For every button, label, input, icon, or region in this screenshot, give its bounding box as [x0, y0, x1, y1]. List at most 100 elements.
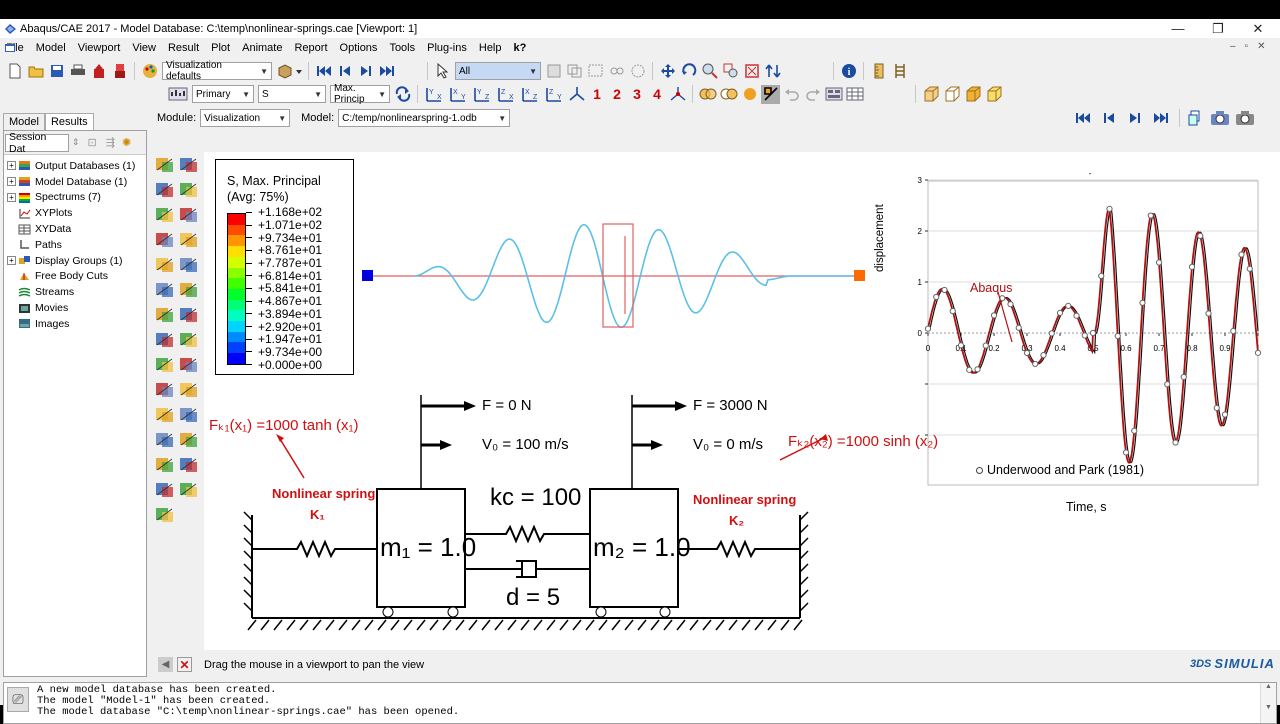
- animate-time-history-icon[interactable]: [178, 255, 199, 274]
- tree-item-xyplots[interactable]: XYPlots: [4, 205, 146, 221]
- common-plot-options-icon[interactable]: [154, 280, 175, 299]
- path-create-icon[interactable]: [154, 355, 175, 374]
- iso-view-icon[interactable]: [567, 85, 586, 104]
- select-cursor-icon[interactable]: [433, 62, 452, 81]
- lightbulb-icon[interactable]: ✺: [122, 136, 131, 149]
- object-cube-icon[interactable]: [275, 62, 303, 81]
- open-folder-icon[interactable]: [26, 62, 45, 81]
- zoom-icon[interactable]: [700, 62, 719, 81]
- view-cut-icon[interactable]: [761, 84, 780, 104]
- frame-selector-icon[interactable]: [1185, 108, 1204, 127]
- view-4-button[interactable]: 4: [647, 86, 667, 102]
- menu-plugins[interactable]: Plug-ins: [421, 42, 473, 54]
- menu-viewport[interactable]: Viewport: [72, 42, 127, 54]
- undo-view-icon[interactable]: [782, 85, 801, 104]
- model-select[interactable]: C:/temp/nonlinearspring-1.odb ▼: [338, 109, 511, 127]
- streams-icon[interactable]: [154, 455, 175, 474]
- tree-item-output-databases[interactable]: + Output Databases (1): [4, 158, 146, 174]
- new-file-icon[interactable]: [5, 62, 24, 81]
- menu-options[interactable]: Options: [334, 42, 384, 54]
- tree-options-icon[interactable]: ⇶: [106, 136, 115, 149]
- tab-model[interactable]: Model: [3, 113, 45, 130]
- movie-icon[interactable]: [154, 480, 175, 499]
- menu-plot[interactable]: Plot: [205, 42, 236, 54]
- view-cut-manager-icon[interactable]: [178, 305, 199, 324]
- auto-fit-icon[interactable]: [742, 62, 761, 81]
- table-icon[interactable]: [178, 430, 199, 449]
- menu-view[interactable]: View: [126, 42, 162, 54]
- pan-icon[interactable]: [658, 62, 677, 81]
- tree-item-images[interactable]: Images: [4, 316, 146, 332]
- menu-context-help[interactable]: k?: [508, 42, 533, 54]
- query-icon[interactable]: [154, 430, 175, 449]
- plot-deformed-icon[interactable]: [178, 155, 199, 174]
- expand-icon[interactable]: +: [7, 256, 16, 266]
- view-1-button[interactable]: 1: [587, 86, 607, 102]
- cycle-views-icon[interactable]: [763, 62, 782, 81]
- render-shaded-icon[interactable]: [740, 85, 759, 104]
- image-options-icon[interactable]: [178, 480, 199, 499]
- axes-triad-icon[interactable]: [668, 85, 687, 104]
- replace-selected-icon[interactable]: [178, 380, 199, 399]
- next-frame-icon[interactable]: [356, 62, 375, 81]
- view-yx-icon[interactable]: XY: [447, 85, 469, 104]
- selection-filter-select[interactable]: All ▼: [455, 62, 541, 80]
- plot-contours-icon[interactable]: [154, 180, 175, 199]
- camera-icon[interactable]: [1235, 108, 1254, 127]
- mdi-controls[interactable]: –▫✕: [1230, 41, 1275, 52]
- message-scrollbar[interactable]: ▲ ▼: [1260, 683, 1276, 723]
- plot-material-orientations-icon[interactable]: [178, 205, 199, 224]
- view-3-button[interactable]: 3: [627, 86, 647, 102]
- display-group-icon[interactable]: [154, 380, 175, 399]
- tab-results[interactable]: Results: [44, 113, 94, 130]
- animate-scale-icon[interactable]: [154, 255, 175, 274]
- tree-item-xydata[interactable]: XYData: [4, 221, 146, 237]
- first-frame-icon[interactable]: [314, 62, 333, 81]
- xy-plot-options-icon[interactable]: [178, 330, 199, 349]
- expand-icon[interactable]: +: [7, 161, 16, 171]
- tree-item-streams[interactable]: Streams: [4, 284, 146, 300]
- animation-camera-icon[interactable]: [1210, 108, 1229, 127]
- select-from-viewport-icon[interactable]: [565, 62, 584, 81]
- side-view-cube-icon[interactable]: [984, 85, 1003, 104]
- expand-icon[interactable]: +: [7, 192, 16, 202]
- top-view-cube-icon[interactable]: [963, 85, 982, 104]
- menu-result[interactable]: Result: [162, 42, 205, 54]
- plot-undeformed-icon[interactable]: [154, 155, 175, 174]
- view-yz-icon[interactable]: YZ: [471, 85, 493, 104]
- module-select[interactable]: Visualization ▼: [200, 109, 291, 127]
- color-code-icon[interactable]: [154, 405, 175, 424]
- last-frame-icon[interactable]: [377, 62, 396, 81]
- superimpose-icon[interactable]: [178, 230, 199, 249]
- expand-icon[interactable]: +: [7, 177, 16, 187]
- report-icon[interactable]: [178, 455, 199, 474]
- tree-item-free-body-cuts[interactable]: Free Body Cuts: [4, 269, 146, 285]
- circle-select-icon[interactable]: [628, 62, 647, 81]
- free-body-cut-icon[interactable]: [154, 305, 175, 324]
- save-icon[interactable]: [47, 62, 66, 81]
- scroll-down-icon[interactable]: ▼: [1261, 704, 1276, 711]
- views-toolbar-icon[interactable]: [824, 85, 843, 104]
- menu-report[interactable]: Report: [288, 42, 333, 54]
- palette-icon[interactable]: [140, 62, 159, 81]
- back-view-cube-icon[interactable]: [942, 85, 961, 104]
- export-icon[interactable]: [89, 62, 108, 81]
- query-ladder-icon[interactable]: [890, 62, 909, 81]
- render-wireframe-icon[interactable]: [698, 85, 717, 104]
- cancel-prompt-icon[interactable]: ✕: [177, 657, 192, 672]
- export-image-icon[interactable]: [110, 62, 129, 81]
- allow-multiple-plots-icon[interactable]: [154, 230, 175, 249]
- box-zoom-icon[interactable]: [721, 62, 740, 81]
- next-frame-icon[interactable]: [1125, 108, 1144, 127]
- view-xz-icon[interactable]: XZ: [519, 85, 541, 104]
- session-select[interactable]: Session Dat: [5, 131, 69, 155]
- front-view-cube-icon[interactable]: [921, 85, 940, 104]
- refresh-icon[interactable]: [393, 85, 412, 104]
- create-xy-data-icon[interactable]: [154, 330, 175, 349]
- tree-item-movies[interactable]: Movies: [4, 300, 146, 316]
- rotate-icon[interactable]: [679, 62, 698, 81]
- filter-icon[interactable]: ⊡: [88, 136, 97, 149]
- primary-variable-select[interactable]: Primary ▼: [192, 85, 254, 103]
- back-arrow-icon[interactable]: ◀: [158, 657, 173, 672]
- viewport[interactable]: S, Max. Principal (Avg: 75%) +1.168e+02 +…: [204, 152, 1280, 650]
